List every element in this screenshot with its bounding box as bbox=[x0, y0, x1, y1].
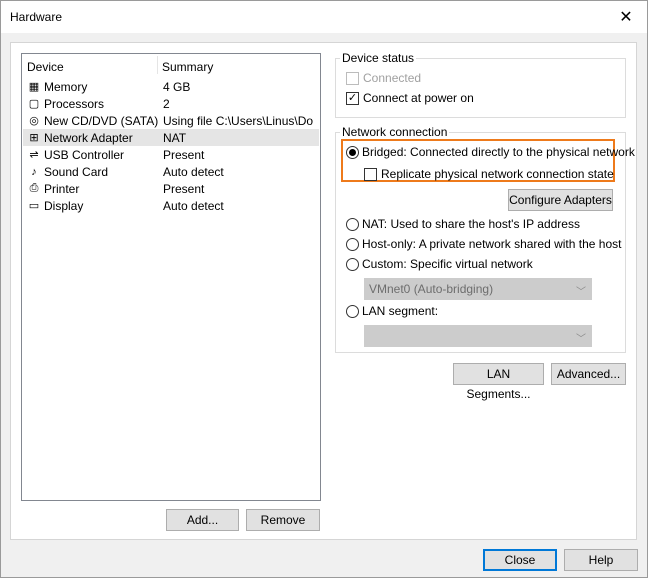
sound-card-icon: ♪ bbox=[31, 165, 37, 178]
device-status-label: Device status bbox=[340, 51, 417, 65]
replicate-label: Replicate physical network connection st… bbox=[381, 167, 614, 181]
connected-checkbox-box[interactable] bbox=[346, 71, 359, 85]
radio-unselected-icon[interactable] bbox=[346, 304, 359, 318]
lan-segment-label: LAN segment: bbox=[362, 304, 439, 318]
device-row-sound-card[interactable]: ♪ Sound Card Auto detect bbox=[23, 163, 319, 180]
device-name: Printer bbox=[44, 181, 80, 196]
add-button[interactable]: Add... bbox=[166, 509, 239, 531]
replicate-checkbox-box[interactable] bbox=[364, 167, 377, 181]
replicate-state-checkbox[interactable]: Replicate physical network connection st… bbox=[364, 167, 614, 181]
nat-label: NAT: Used to share the host's IP address bbox=[362, 217, 580, 231]
custom-network-select[interactable]: VMnet0 (Auto-bridging) ﹀ bbox=[364, 278, 592, 300]
device-row-network-adapter[interactable]: ⊞ Network Adapter NAT bbox=[23, 129, 319, 146]
help-button[interactable]: Help bbox=[564, 549, 638, 571]
usb-icon: ⇌ bbox=[29, 149, 39, 161]
device-row-printer[interactable]: ⎙ Printer Present bbox=[23, 180, 319, 197]
radio-selected-icon[interactable] bbox=[346, 145, 359, 159]
custom-network-select-value: VMnet0 (Auto-bridging) bbox=[369, 282, 494, 296]
remove-button[interactable]: Remove bbox=[246, 509, 320, 531]
device-row-usb[interactable]: ⇌ USB Controller Present bbox=[23, 146, 319, 163]
host-only-label: Host-only: A private network shared with… bbox=[362, 237, 622, 251]
host-only-radio[interactable]: Host-only: A private network shared with… bbox=[346, 237, 621, 251]
lan-segments-button[interactable]: LAN Segments... bbox=[453, 363, 544, 401]
checkmark-icon[interactable]: ✓ bbox=[346, 91, 359, 105]
device-summary: Present bbox=[163, 147, 205, 162]
network-adapter-icon: ⊞ bbox=[29, 132, 39, 144]
chevron-down-icon: ﹀ bbox=[576, 334, 586, 345]
column-header-device[interactable]: Device bbox=[27, 60, 64, 74]
column-separator[interactable] bbox=[157, 56, 158, 74]
close-icon[interactable]: ✕ bbox=[609, 3, 643, 31]
device-name: New CD/DVD (SATA) bbox=[44, 113, 159, 128]
device-name: Display bbox=[44, 198, 84, 213]
lan-segment-select[interactable]: ﹀ bbox=[364, 325, 592, 347]
device-status-group bbox=[335, 58, 626, 118]
device-summary: Using file C:\Users\Linus\Do... bbox=[163, 113, 313, 128]
device-list[interactable]: Device Summary ▦ Memory 4 GB ▢ Processors 2 ◎ N… bbox=[21, 53, 321, 501]
device-name: Network Adapter bbox=[44, 130, 133, 145]
close-button[interactable]: Close bbox=[483, 549, 557, 571]
device-summary: Auto detect bbox=[163, 198, 224, 213]
connect-at-power-on-checkbox[interactable]: ✓ Connect at power on bbox=[346, 91, 474, 105]
connected-label: Connected bbox=[363, 71, 422, 85]
custom-label: Custom: Specific virtual network bbox=[362, 257, 533, 271]
device-row-processor[interactable]: ▢ Processors 2 bbox=[23, 95, 319, 112]
connected-checkbox[interactable]: Connected bbox=[346, 71, 421, 85]
processor-icon: ▢ bbox=[28, 98, 40, 110]
window-title: Hardware bbox=[10, 10, 63, 24]
display-icon: ▭ bbox=[28, 200, 40, 212]
radio-unselected-icon[interactable] bbox=[346, 237, 359, 251]
connect-at-power-on-label: Connect at power on bbox=[363, 91, 474, 105]
device-name: Memory bbox=[44, 79, 88, 94]
memory-icon: ▦ bbox=[28, 81, 40, 93]
device-name: USB Controller bbox=[44, 147, 125, 162]
device-row-cd-dvd[interactable]: ◎ New CD/DVD (SATA) Using file C:\Users\Li… bbox=[23, 112, 319, 129]
column-header-summary[interactable]: Summary bbox=[162, 60, 213, 74]
device-summary: Auto detect bbox=[163, 164, 224, 179]
configure-adapters-button[interactable]: Configure Adapters bbox=[508, 189, 613, 211]
bridged-label: Bridged: Connected directly to the physi… bbox=[362, 145, 635, 159]
title-bar: Hardware ✕ bbox=[1, 1, 647, 33]
device-summary: 2 bbox=[163, 96, 170, 111]
device-name: Processors bbox=[44, 96, 105, 111]
lan-segment-radio[interactable]: LAN segment: bbox=[346, 304, 438, 318]
device-rows: ▦ Memory 4 GB ▢ Processors 2 ◎ New CD/DVD (SATA… bbox=[23, 78, 319, 214]
advanced-button[interactable]: Advanced... bbox=[551, 363, 626, 385]
device-summary: Present bbox=[163, 181, 205, 196]
radio-unselected-icon[interactable] bbox=[346, 217, 359, 231]
device-name: Sound Card bbox=[44, 164, 109, 179]
device-row-display[interactable]: ▭ Display Auto detect bbox=[23, 197, 319, 214]
device-list-header: Device Summary bbox=[22, 54, 320, 76]
custom-radio[interactable]: Custom: Specific virtual network bbox=[346, 257, 533, 271]
printer-icon: ⎙ bbox=[29, 182, 39, 194]
chevron-down-icon: ﹀ bbox=[576, 287, 586, 298]
network-connection-label: Network connection bbox=[340, 125, 450, 139]
device-row-memory[interactable]: ▦ Memory 4 GB bbox=[23, 78, 319, 95]
bridged-radio[interactable]: Bridged: Connected directly to the physi… bbox=[346, 145, 635, 159]
device-summary: NAT bbox=[163, 130, 187, 145]
nat-radio[interactable]: NAT: Used to share the host's IP address bbox=[346, 217, 580, 231]
radio-unselected-icon[interactable] bbox=[346, 257, 359, 271]
device-summary: 4 GB bbox=[163, 79, 191, 94]
cd-dvd-icon: ◎ bbox=[29, 115, 39, 127]
